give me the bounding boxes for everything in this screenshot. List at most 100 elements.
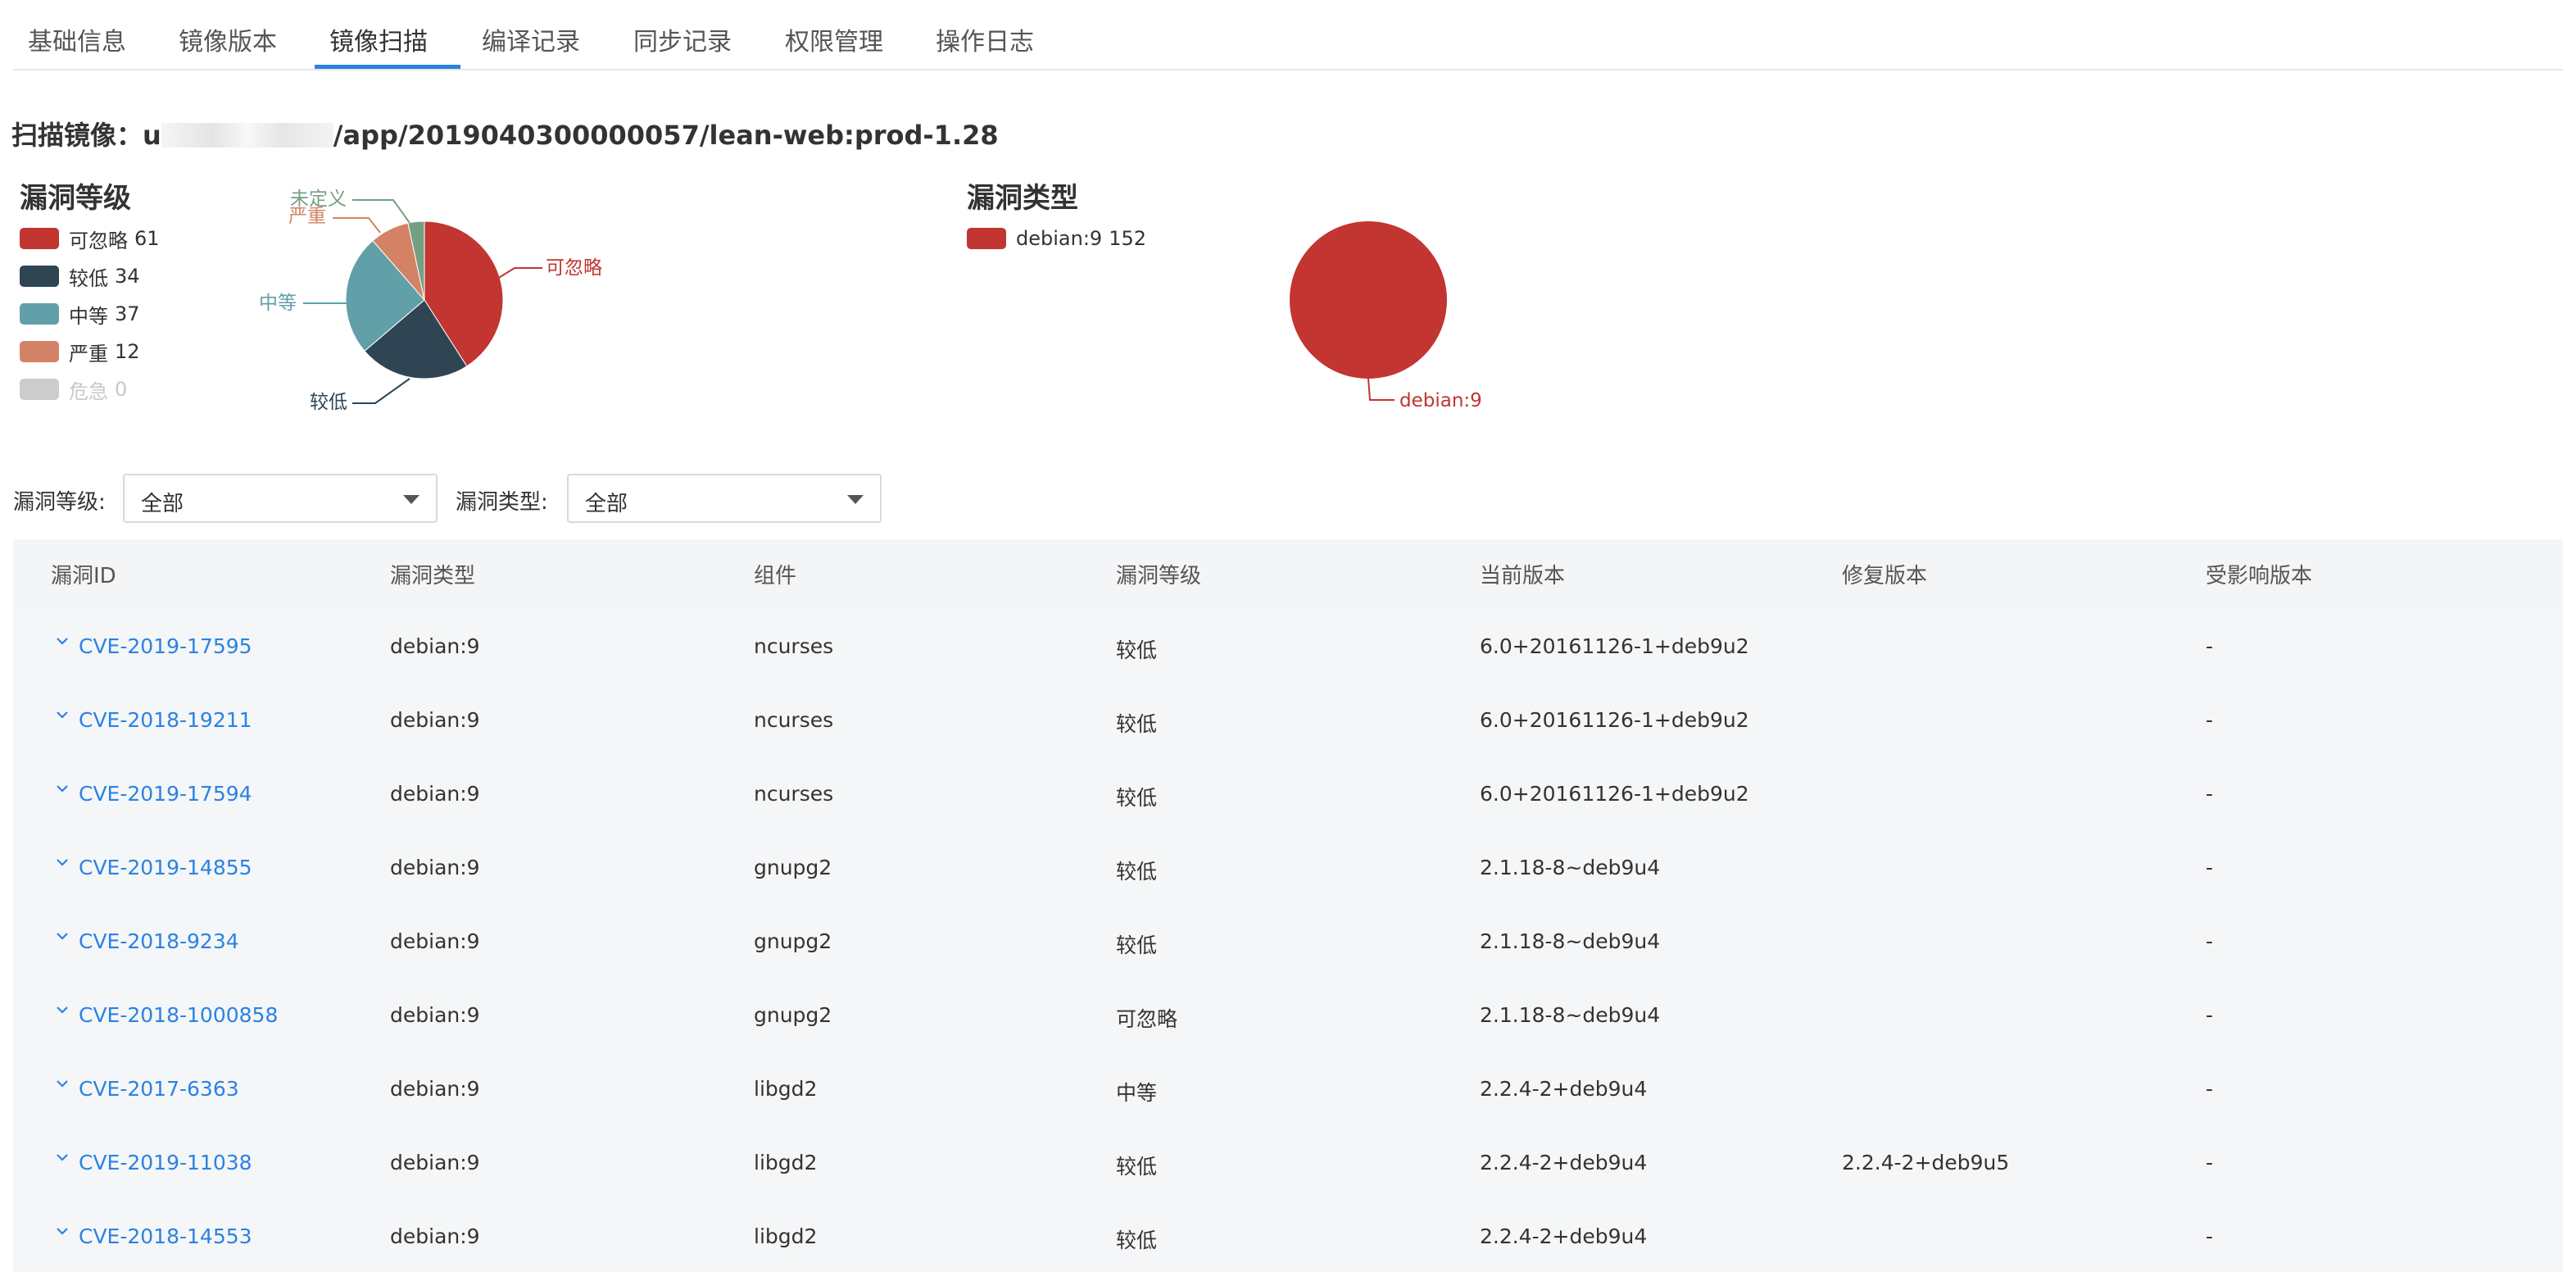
chevron-down-icon[interactable] [54, 633, 70, 649]
chevron-down-icon[interactable] [54, 1002, 70, 1018]
level-filter-select[interactable]: 全部 [123, 474, 438, 523]
column-header-affected-version[interactable]: 受影响版本 [2206, 559, 2312, 589]
cell-type: debian:9 [390, 634, 480, 658]
cell-type: debian:9 [390, 929, 480, 953]
chevron-down-icon[interactable] [54, 854, 70, 870]
cell-affected-version: - [2206, 1224, 2214, 1248]
pie-charts: 可忽略 较低 中等 严重 未定义 debian:9 [259, 189, 1482, 413]
cell-current-version: 2.1.18-8~deb9u4 [1480, 929, 1661, 953]
level-filter-value: 全部 [141, 492, 184, 516]
pie-label-medium: 中等 [259, 293, 297, 314]
cell-vuln-id[interactable]: CVE-2018-19211 [79, 708, 252, 732]
cell-vuln-id[interactable]: CVE-2019-11038 [79, 1151, 252, 1174]
column-header-level[interactable]: 漏洞等级 [1116, 559, 1201, 589]
cell-vuln-id[interactable]: CVE-2017-6363 [79, 1077, 239, 1101]
type-filter-value: 全部 [585, 492, 628, 516]
table-row[interactable]: CVE-2019-17594 debian:9 ncurses 较低 6.0+20161… [13, 756, 2563, 829]
label-line-low [352, 378, 410, 404]
pie-label-undefined: 未定义 [290, 189, 347, 210]
label-line-debian9 [1367, 378, 1395, 401]
cell-level: 较低 [1116, 786, 1158, 810]
chevron-down-icon[interactable] [54, 928, 70, 944]
cell-vuln-id[interactable]: CVE-2018-14553 [79, 1224, 252, 1248]
cell-level: 较低 [1116, 934, 1158, 957]
cell-component: libgd2 [754, 1077, 818, 1101]
label-line-undefined [352, 199, 410, 224]
table-row[interactable]: CVE-2018-9234 debian:9 gnupg2 较低 2.1.18-8~de… [13, 903, 2563, 977]
cell-fixed-version: 2.2.4-2+deb9u5 [1842, 1151, 2010, 1174]
cell-current-version: 2.2.4-2+deb9u4 [1480, 1077, 1648, 1101]
level-pie: 可忽略 较低 中等 严重 未定义 [259, 189, 602, 413]
cell-affected-version: - [2206, 1077, 2214, 1101]
cell-vuln-id[interactable]: CVE-2018-1000858 [79, 1003, 278, 1027]
cell-component: libgd2 [754, 1224, 818, 1248]
cell-type: debian:9 [390, 856, 480, 879]
chevron-down-icon[interactable] [54, 780, 70, 797]
cell-current-version: 2.2.4-2+deb9u4 [1480, 1151, 1648, 1174]
cell-level: 较低 [1116, 1155, 1158, 1179]
cell-level: 较低 [1116, 638, 1158, 662]
cell-level: 中等 [1116, 1081, 1158, 1105]
cell-affected-version: - [2206, 856, 2214, 879]
caret-down-icon [847, 495, 864, 504]
chevron-down-icon[interactable] [54, 1075, 70, 1092]
cell-component: ncurses [754, 634, 834, 658]
cell-affected-version: - [2206, 634, 2214, 658]
table-row[interactable]: CVE-2019-11038 debian:9 libgd2 较低 2.2.4-2+de… [13, 1124, 2563, 1198]
chevron-down-icon[interactable] [54, 1223, 70, 1239]
cell-component: gnupg2 [754, 1003, 832, 1027]
table-body: CVE-2019-17595 debian:9 ncurses 较低 6.0+20161… [13, 608, 2563, 1272]
table-row[interactable]: CVE-2019-17595 debian:9 ncurses 较低 6.0+20161… [13, 608, 2563, 682]
cell-component: gnupg2 [754, 929, 832, 953]
label-line-negligible [497, 267, 542, 279]
cell-type: debian:9 [390, 708, 480, 732]
table-row[interactable]: CVE-2017-6363 debian:9 libgd2 中等 2.2.4-2+deb… [13, 1051, 2563, 1124]
cell-component: ncurses [754, 708, 834, 732]
table-row[interactable]: CVE-2018-1000858 debian:9 gnupg2 可忽略 2.1.18-… [13, 977, 2563, 1051]
type-filter-select[interactable]: 全部 [567, 474, 882, 523]
pie-label-low: 较低 [310, 392, 347, 413]
cell-current-version: 2.1.18-8~deb9u4 [1480, 856, 1661, 879]
cell-level: 较低 [1116, 1229, 1158, 1252]
table-header: 漏洞ID 漏洞类型 组件 漏洞等级 当前版本 修复版本 受影响版本 [13, 539, 2563, 608]
chevron-down-icon[interactable] [54, 706, 70, 723]
cell-current-version: 2.2.4-2+deb9u4 [1480, 1224, 1648, 1248]
column-header-fixed-version[interactable]: 修复版本 [1842, 559, 1927, 589]
cell-level: 可忽略 [1116, 1007, 1178, 1031]
column-header-type[interactable]: 漏洞类型 [390, 559, 475, 589]
table-row[interactable]: CVE-2019-14855 debian:9 gnupg2 较低 2.1.18-8~d… [13, 829, 2563, 903]
cell-component: ncurses [754, 782, 834, 806]
column-header-component[interactable]: 组件 [754, 559, 796, 589]
cell-type: debian:9 [390, 1224, 480, 1248]
cell-vuln-id[interactable]: CVE-2019-14855 [79, 856, 252, 879]
vulnerability-table: 漏洞ID 漏洞类型 组件 漏洞等级 当前版本 修复版本 受影响版本 CVE-20… [13, 539, 2563, 1272]
image-detail-page: 基础信息 镜像版本 镜像扫描 编译记录 同步记录 权限管理 操作日志 扫描镜像：… [0, 0, 2576, 1272]
cell-affected-version: - [2206, 929, 2214, 953]
cell-type: debian:9 [390, 782, 480, 806]
level-filter-label: 漏洞等级: [13, 490, 106, 515]
cell-affected-version: - [2206, 1151, 2214, 1174]
cell-current-version: 6.0+20161126-1+deb9u2 [1480, 708, 1749, 732]
column-header-id[interactable]: 漏洞ID [51, 559, 116, 589]
cell-level: 较低 [1116, 860, 1158, 884]
pie-label-negligible: 可忽略 [546, 257, 602, 279]
cell-current-version: 2.1.18-8~deb9u4 [1480, 1003, 1661, 1027]
column-header-current-version[interactable]: 当前版本 [1480, 559, 1565, 589]
cell-vuln-id[interactable]: CVE-2019-17595 [79, 634, 252, 658]
cell-component: libgd2 [754, 1151, 818, 1174]
cell-type: debian:9 [390, 1151, 480, 1174]
type-pie: debian:9 [1290, 221, 1482, 411]
chevron-down-icon[interactable] [54, 1149, 70, 1165]
cell-affected-version: - [2206, 708, 2214, 732]
cell-type: debian:9 [390, 1077, 480, 1101]
caret-down-icon [403, 495, 420, 504]
cell-vuln-id[interactable]: CVE-2018-9234 [79, 929, 239, 953]
table-row[interactable]: CVE-2018-14553 debian:9 libgd2 较低 2.2.4-2+de… [13, 1198, 2563, 1272]
cell-affected-version: - [2206, 782, 2214, 806]
table-row[interactable]: CVE-2018-19211 debian:9 ncurses 较低 6.0+20161… [13, 682, 2563, 756]
cell-vuln-id[interactable]: CVE-2019-17594 [79, 782, 252, 806]
cell-component: gnupg2 [754, 856, 832, 879]
type-filter-label: 漏洞类型: [456, 490, 548, 515]
pie-slice-debian9[interactable] [1290, 221, 1447, 379]
cell-affected-version: - [2206, 1003, 2214, 1027]
